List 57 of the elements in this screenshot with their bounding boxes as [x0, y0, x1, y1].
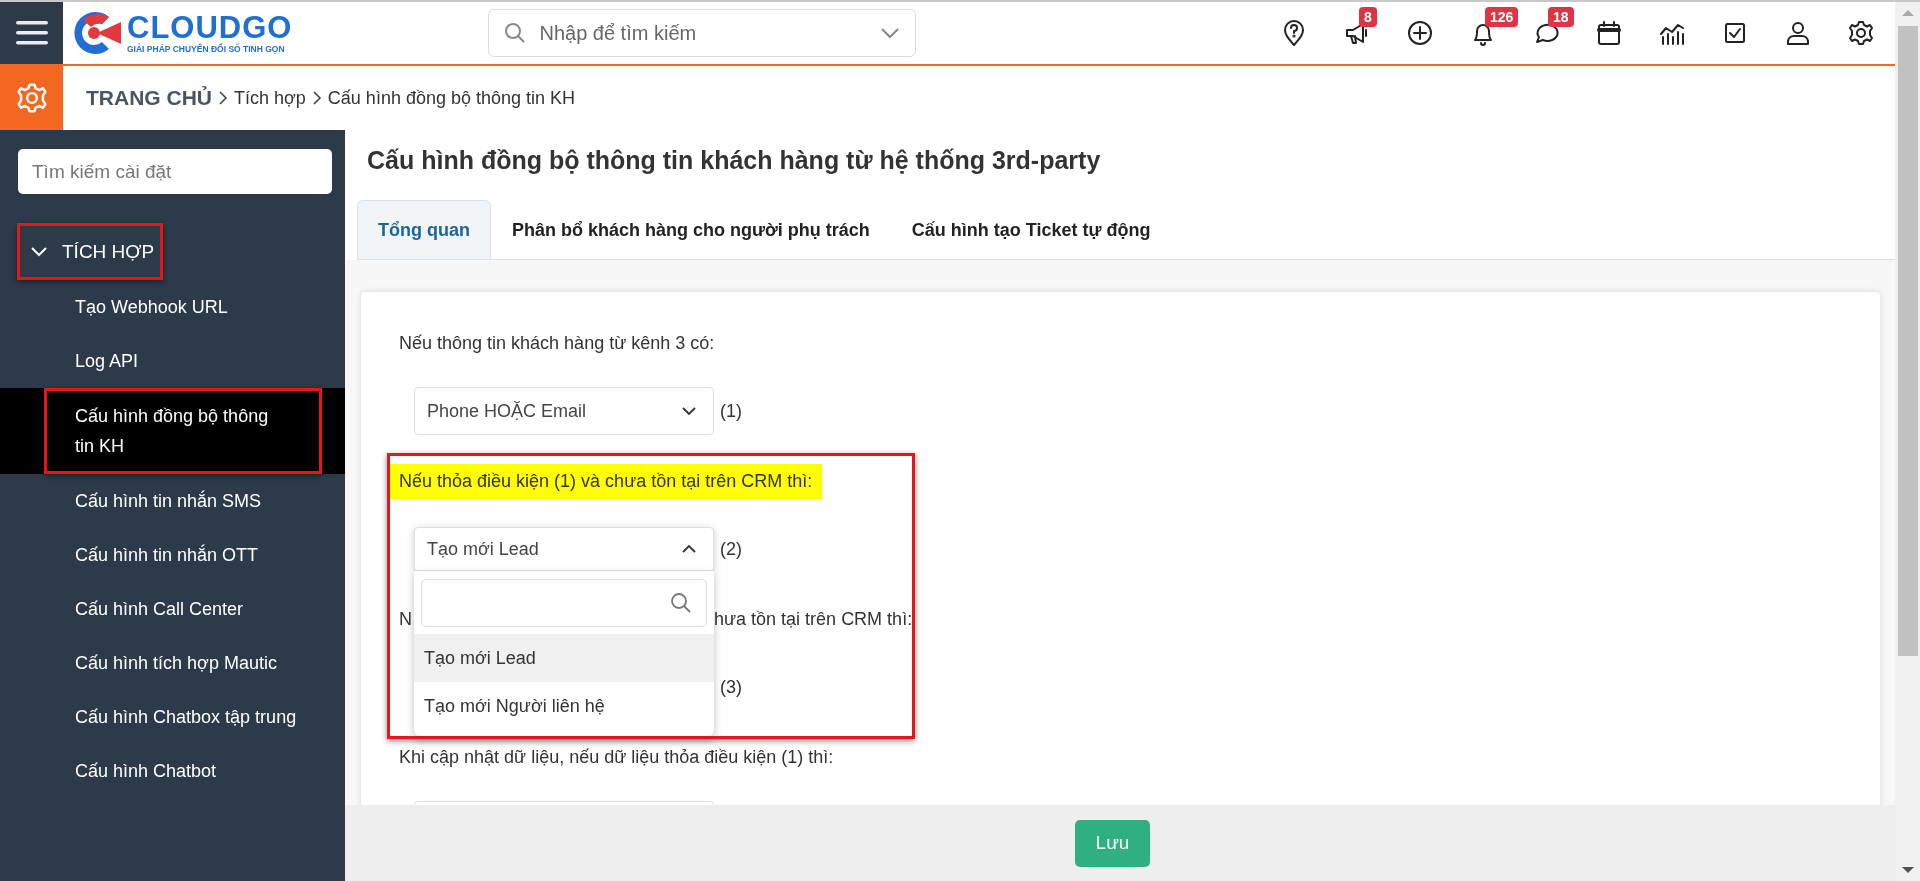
search-field[interactable]: Nhập để tìm kiếm — [488, 9, 917, 57]
scrollbar-thumb[interactable] — [1897, 26, 1918, 656]
condition-label: hưa tồn tại trên CRM thì: — [714, 608, 913, 630]
step-number: (1) — [720, 400, 742, 422]
toolbar-button[interactable] — [1595, 19, 1623, 47]
calendar-icon — [1595, 19, 1623, 47]
tab[interactable]: Phân bổ khách hàng cho người phụ trách — [491, 200, 891, 260]
condition-label: Khi cập nhật dữ liệu, nếu dữ liệu thỏa điều kiện (1) thì: — [399, 746, 834, 768]
condition-label: Nếu thỏa điều kiện (1) và chưa tồn tại trên CRM thì: — [389, 463, 823, 499]
sidebar-item[interactable]: Cấu hình đồng bộ thông tin KH — [0, 388, 345, 474]
count-badge: 18 — [1548, 7, 1574, 27]
count-badge: 126 — [1485, 7, 1519, 27]
scrollbar[interactable] — [1895, 2, 1920, 881]
chevron-up-icon — [681, 544, 697, 554]
sidebar-item[interactable]: Tạo Webhook URL — [0, 280, 345, 334]
chevron-down-icon[interactable] — [880, 27, 901, 39]
tab[interactable]: Tổng quan — [357, 200, 491, 260]
breadcrumb-link[interactable]: TRANG CHỦ — [86, 86, 212, 110]
sidebar-item[interactable]: Cấu hình Chatbox tập trung — [0, 690, 345, 744]
tab[interactable]: Cấu hình tạo Ticket tự động — [890, 200, 1172, 260]
select-field[interactable]: Phone HOẶC Email — [414, 387, 714, 435]
logo-tagline: GIẢI PHÁP CHUYỂN ĐỔI SỐ TINH GỌN — [127, 44, 286, 54]
option-search-field[interactable] — [421, 579, 707, 627]
condition-label: N — [399, 608, 412, 630]
step-number: (2) — [720, 538, 742, 560]
chevron-down-icon — [30, 245, 48, 258]
breadcrumb-link[interactable]: Tích hợp — [234, 87, 306, 109]
sidebar-item[interactable]: Cấu hình Chatbot — [0, 744, 345, 798]
user-icon — [1784, 19, 1812, 47]
sidebar-item[interactable]: Cấu hình Call Center — [0, 582, 345, 636]
sidebar-item[interactable]: Log API — [0, 334, 345, 388]
sidebar-item[interactable]: Cấu hình tích hợp Mautic — [0, 636, 345, 690]
page-title: Cấu hình đồng bộ thông tin khách hàng từ hệ thống 3rd-party — [367, 145, 1101, 176]
logo-name: CLOUDGO — [127, 12, 293, 44]
count-badge: 8 — [1359, 7, 1377, 27]
dropdown-option[interactable]: Tạo mới Lead — [414, 634, 714, 682]
chevron-right-icon — [218, 90, 228, 106]
scroll-down-icon[interactable] — [1900, 865, 1915, 875]
chevron-down-icon — [681, 406, 697, 416]
gear-icon — [1847, 19, 1875, 47]
dropdown-option[interactable]: Tạo mới Người liên hệ — [414, 682, 714, 730]
search-icon — [670, 592, 692, 614]
chevron-right-icon — [311, 90, 322, 106]
plus-circle-icon — [1406, 19, 1434, 47]
sidebar-group-header[interactable]: TÍCH HỢP — [0, 223, 345, 280]
breadcrumb-link[interactable]: Cấu hình đồng bộ thông tin KH — [327, 87, 576, 109]
step-number: (3) — [720, 676, 742, 698]
sidebar-item[interactable]: Cấu hình tin nhắn OTT — [0, 528, 345, 582]
toolbar-button[interactable] — [1784, 19, 1812, 47]
settings-search-field[interactable]: Tìm kiếm cài đặt — [18, 149, 332, 194]
toolbar-button[interactable] — [1406, 19, 1434, 47]
sidebar-item[interactable]: Cấu hình tin nhắn SMS — [0, 474, 345, 528]
menu-icon — [14, 19, 49, 47]
condition-label: Nếu thông tin khách hàng từ kênh 3 có: — [399, 332, 715, 354]
search-icon — [504, 22, 527, 44]
toolbar-button[interactable] — [1847, 19, 1875, 47]
menu-button[interactable] — [0, 2, 63, 64]
